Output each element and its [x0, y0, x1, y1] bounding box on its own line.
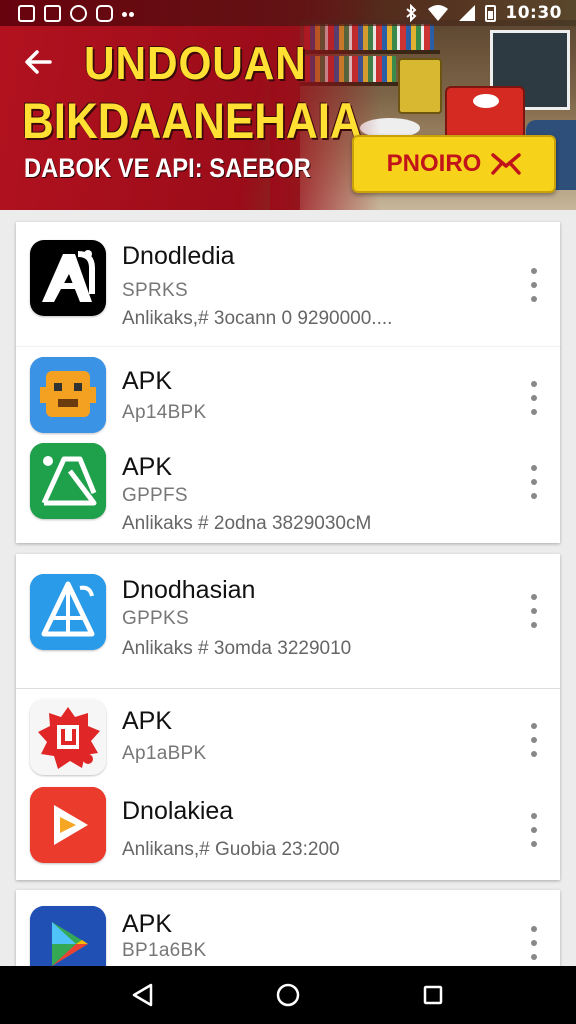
app-name: APK [122, 910, 173, 938]
app-meta: Anlikaks # 2odna 3829030cM [122, 513, 372, 534]
more-options-icon[interactable] [528, 723, 540, 757]
red-badge-icon [30, 699, 106, 775]
app-subtitle: GPPKS [122, 608, 189, 629]
notification-icon [18, 4, 35, 22]
app-name: Dnodhasian [122, 576, 256, 604]
promo-banner[interactable]: UNDOUAN BIKDAANEHAIA DABOK VE API: SAEBO… [0, 0, 576, 210]
list-item[interactable]: Dnodhasian GPPKS Anlikaks # 3omda 322901… [16, 554, 560, 688]
notification-icon [96, 4, 113, 22]
list-item[interactable]: Dnolakiea Anlikans,# Guobia 23:200 [16, 779, 560, 880]
home-nav-icon[interactable] [274, 981, 302, 1009]
more-options-icon[interactable] [528, 268, 540, 302]
app-name: APK [122, 453, 173, 481]
banner-title-line1: UNDOUAN [84, 37, 307, 89]
back-nav-icon[interactable] [129, 981, 157, 1009]
more-options-icon[interactable] [528, 465, 540, 499]
green-a-icon [30, 443, 106, 519]
banner-title-line2: BIKDAANEHAIA [22, 93, 362, 149]
more-options-icon[interactable] [528, 381, 540, 415]
app-card: Dnodledia SPRKS Anlikaks,# 3ocann 0 9290… [16, 222, 560, 348]
app-card: Dnodhasian GPPKS Anlikaks # 3omda 322901… [16, 554, 560, 880]
a-logo-icon [30, 240, 106, 316]
wifi-icon [428, 5, 449, 21]
banner-action-label: PNOIRO [386, 150, 482, 177]
list-item[interactable]: APK GPPFS Anlikaks # 2odna 3829030cM [16, 443, 560, 543]
mail-icon [491, 153, 522, 175]
more-notifications-icon [122, 4, 136, 22]
play-store-icon [30, 906, 106, 966]
app-name: Dnodledia [122, 242, 235, 270]
play-triangle-icon [30, 787, 106, 863]
clock: 10:30 [505, 3, 562, 23]
status-bar: 10:30 [0, 0, 576, 26]
list-item[interactable]: Dnodledia SPRKS Anlikaks,# 3ocann 0 9290… [16, 222, 560, 348]
blue-a-icon [30, 574, 106, 650]
more-options-icon[interactable] [528, 926, 540, 960]
app-meta: Anlikaks,# 3ocann 0 9290000.... [122, 308, 393, 329]
app-card: APK BP1a6BK [16, 890, 560, 966]
app-subtitle: BP1a6BK [122, 940, 207, 961]
notification-icons [18, 4, 136, 22]
navigation-bar [0, 966, 576, 1024]
more-options-icon[interactable] [528, 813, 540, 847]
battery-icon [485, 4, 497, 22]
app-name: Dnolakiea [122, 797, 234, 825]
app-meta: Anlikans,# Guobia 23:200 [122, 839, 340, 860]
app-meta: Anlikaks # 3omda 3229010 [122, 638, 352, 659]
banner-machine [398, 58, 442, 114]
banner-cart [445, 86, 525, 142]
system-icons: 10:30 [404, 3, 562, 23]
list-item[interactable]: APK Ap1aBPK [16, 689, 560, 779]
app-subtitle: Ap1aBPK [122, 743, 207, 764]
banner-action-button[interactable]: PNOIRO [352, 135, 556, 193]
robot-icon [30, 357, 106, 433]
app-name: APK [122, 707, 173, 735]
app-subtitle: Ap14BPK [122, 402, 207, 423]
app-subtitle: GPPFS [122, 485, 188, 506]
notification-icon [70, 4, 87, 22]
more-options-icon[interactable] [528, 594, 540, 628]
recents-nav-icon[interactable] [419, 981, 447, 1009]
list-item[interactable]: APK BP1a6BK [16, 890, 560, 966]
bluetooth-icon [406, 4, 417, 22]
banner-subtitle: DABOK VE API: SAEBOR [24, 153, 311, 183]
back-arrow-icon[interactable] [22, 46, 54, 78]
app-subtitle: SPRKS [122, 280, 188, 301]
app-name: APK [122, 367, 173, 395]
signal-icon [459, 5, 476, 21]
list-item[interactable]: APK Ap14BPK [16, 347, 560, 443]
app-list[interactable]: Dnodledia SPRKS Anlikaks,# 3ocann 0 9290… [0, 210, 576, 966]
app-card: APK Ap14BPK APK GPPFS Anlikaks # 2odna 3… [16, 347, 560, 543]
notification-icon [44, 4, 61, 22]
